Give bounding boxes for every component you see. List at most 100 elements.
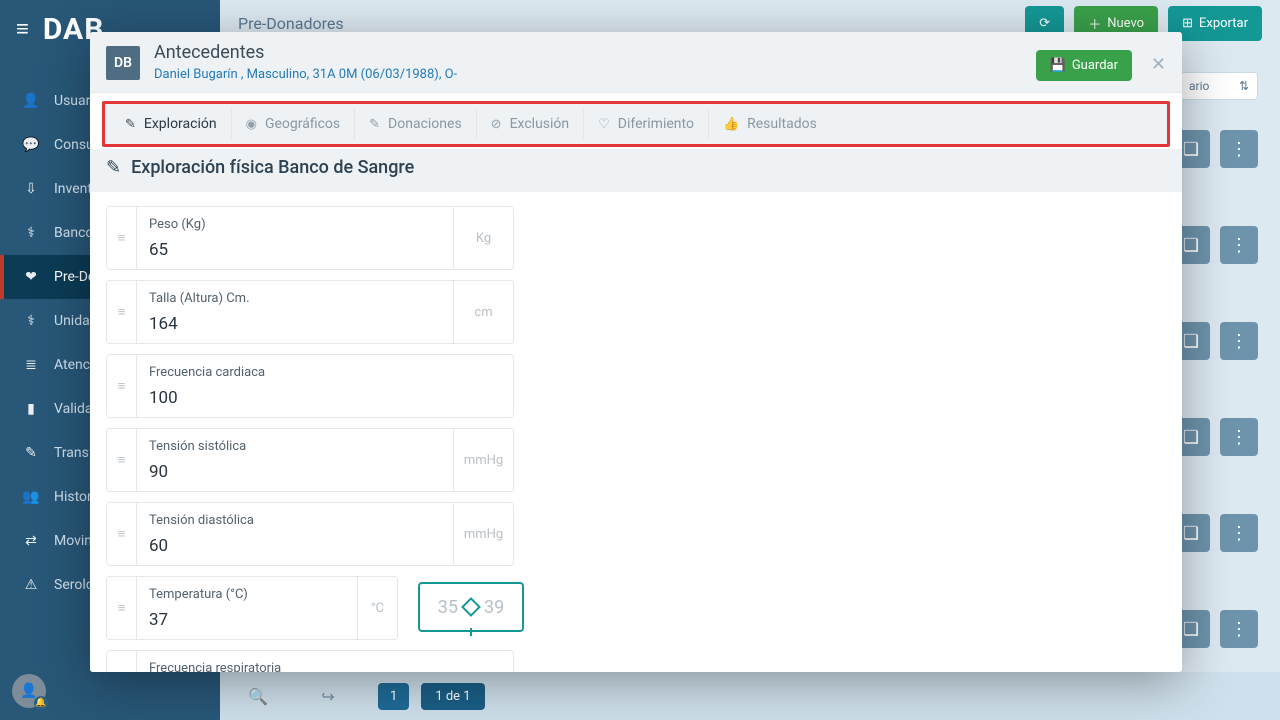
tab-label: Resultados <box>747 116 817 132</box>
tab-icon: ◉ <box>246 117 257 132</box>
export-button[interactable]: ⊞ Exportar <box>1168 6 1262 41</box>
field-row: ≡ Temperatura (°C) 37 °C 35 39 <box>106 576 1166 650</box>
field-row: ≡Frecuencia respiratoria45 <box>106 650 1166 672</box>
field-unit: mmHg <box>453 503 513 565</box>
drag-handle-icon[interactable]: ≡ <box>107 429 137 491</box>
sidebar-item-label: Valida <box>54 401 93 417</box>
field-unit: °C <box>357 577 397 639</box>
form-field[interactable]: ≡ Temperatura (°C) 37 °C <box>106 576 398 640</box>
form-field[interactable]: ≡ Talla (Altura) Cm. 164 cm <box>106 280 514 344</box>
pagination-current[interactable]: 1 <box>378 683 409 710</box>
sidebar-item-label: Serolo <box>54 577 94 593</box>
tab-label: Geográficos <box>265 116 340 132</box>
modal-title: Antecedentes <box>154 42 457 63</box>
save-button[interactable]: 💾 Guardar <box>1036 50 1132 81</box>
drag-handle-icon[interactable]: ≡ <box>107 281 137 343</box>
field-value[interactable]: 37 <box>149 610 345 630</box>
section-title-row: ✎ Exploración física Banco de Sangre <box>90 149 1182 192</box>
sidebar-item-label: Transf <box>54 445 94 461</box>
pagination: 1 1 de 1 <box>378 683 485 710</box>
tab-label: Exploración <box>144 116 217 132</box>
field-label: Tensión sistólica <box>149 439 441 454</box>
row-action-menu[interactable]: ⋮ <box>1220 226 1258 264</box>
field-label: Temperatura (°C) <box>149 587 345 602</box>
user-icon: 👤 <box>20 683 37 699</box>
drag-handle-icon[interactable]: ≡ <box>107 207 137 269</box>
sidebar-item-label: Unida <box>54 313 90 329</box>
form-field[interactable]: ≡Frecuencia cardiaca100 <box>106 354 514 418</box>
field-unit: cm <box>453 281 513 343</box>
menu-icon[interactable]: ≡ <box>16 19 29 41</box>
filter-dropdown[interactable]: ario ⇅ <box>1180 72 1258 100</box>
modal-tab[interactable]: ✎Exploración <box>111 108 232 140</box>
field-label: Talla (Altura) Cm. <box>149 291 441 306</box>
form-field[interactable]: ≡ Tensión sistólica 90 mmHg <box>106 428 514 492</box>
new-button-label: Nuevo <box>1107 16 1144 31</box>
field-unit: mmHg <box>453 429 513 491</box>
sidebar-item-icon: ▮ <box>22 401 40 417</box>
close-icon[interactable]: ✕ <box>1151 54 1166 75</box>
drag-handle-icon[interactable]: ≡ <box>107 503 137 565</box>
tab-icon: ⊘ <box>491 117 502 132</box>
range-high: 39 <box>484 597 504 618</box>
row-action-menu[interactable]: ⋮ <box>1220 130 1258 168</box>
form-field[interactable]: ≡Peso (Kg)65Kg <box>106 206 514 270</box>
sidebar-item-icon: ⚕ <box>22 225 40 241</box>
sidebar-item-label: Atenci <box>54 357 93 373</box>
sidebar-item-icon: ✎ <box>22 445 40 461</box>
plus-icon: ＋ <box>1088 14 1101 33</box>
range-marker-icon <box>461 597 481 617</box>
modal-body[interactable]: ≡Peso (Kg)65Kg≡Talla (Altura) Cm.164cm≡F… <box>90 192 1182 672</box>
tab-icon: 👍 <box>723 117 739 132</box>
field-value[interactable]: 100 <box>149 388 501 408</box>
tab-icon: ♡ <box>598 117 610 132</box>
modal-tab[interactable]: ✎Donaciones <box>355 108 477 140</box>
patient-initials: DB <box>106 46 140 80</box>
export-button-label: Exportar <box>1199 16 1248 31</box>
field-value[interactable]: 65 <box>149 240 441 260</box>
modal-tab[interactable]: 👍 Resultados <box>709 108 831 140</box>
save-icon: 💾 <box>1050 58 1066 73</box>
field-row: ≡Tensión diastólica60mmHg <box>106 502 1166 576</box>
sidebar-item-icon: ≣ <box>22 357 40 373</box>
modal-tab[interactable]: ♡Diferimiento <box>584 108 709 140</box>
filter-value: ario <box>1189 79 1209 93</box>
drag-handle-icon[interactable]: ≡ <box>107 577 137 639</box>
notification-badge: 🔔 <box>34 696 48 710</box>
save-button-label: Guardar <box>1072 58 1118 73</box>
field-row: ≡ Tensión sistólica 90 mmHg <box>106 428 1166 502</box>
field-value[interactable]: 60 <box>149 536 441 556</box>
chevron-updown-icon: ⇅ <box>1239 79 1249 93</box>
sidebar-item-icon: ⚕ <box>22 313 40 329</box>
sidebar-item-icon: ⇩ <box>22 181 40 197</box>
patient-summary[interactable]: Daniel Bugarín , Masculino, 31A 0M (06/0… <box>154 67 457 82</box>
form-field[interactable]: ≡Tensión diastólica60mmHg <box>106 502 514 566</box>
form-field[interactable]: ≡Frecuencia respiratoria45 <box>106 650 514 672</box>
drag-handle-icon[interactable]: ≡ <box>107 355 137 417</box>
exit-icon[interactable]: ↪ <box>308 687 348 706</box>
modal-tab[interactable]: ⊘Exclusión <box>477 108 584 140</box>
row-action-menu[interactable]: ⋮ <box>1220 514 1258 552</box>
field-value[interactable]: 164 <box>149 314 441 334</box>
modal-tab[interactable]: ◉ Geográficos <box>232 108 356 140</box>
refresh-icon: ⟳ <box>1039 16 1050 31</box>
tabs-highlight-box: ✎Exploración ◉ Geográficos ✎Donaciones⊘Excl… <box>102 101 1170 147</box>
sidebar-item-icon: 👥 <box>22 489 40 505</box>
row-action-menu[interactable]: ⋮ <box>1220 418 1258 456</box>
search-icon[interactable]: 🔍 <box>238 687 278 706</box>
drag-handle-icon[interactable]: ≡ <box>107 651 137 672</box>
modal-header: DB Antecedentes Daniel Bugarín , Masculi… <box>90 32 1182 93</box>
export-icon: ⊞ <box>1182 16 1193 31</box>
list-row-actions-column: ❏⋮ ❏⋮ ❏⋮ ❏⋮ ❏⋮ ❏⋮ <box>1172 130 1258 648</box>
sidebar-item-icon: 👤 <box>22 93 40 109</box>
row-action-menu[interactable]: ⋮ <box>1220 610 1258 648</box>
section-title: Exploración física Banco de Sangre <box>131 157 414 178</box>
field-value[interactable]: 90 <box>149 462 441 482</box>
row-action-menu[interactable]: ⋮ <box>1220 322 1258 360</box>
range-low: 35 <box>438 597 458 618</box>
field-label: Peso (Kg) <box>149 217 441 232</box>
page-title: Pre-Donadores <box>238 14 344 33</box>
sidebar-item-icon: ⇄ <box>22 533 40 549</box>
tab-label: Donaciones <box>388 116 462 132</box>
avatar[interactable]: 👤 🔔 <box>12 674 46 708</box>
